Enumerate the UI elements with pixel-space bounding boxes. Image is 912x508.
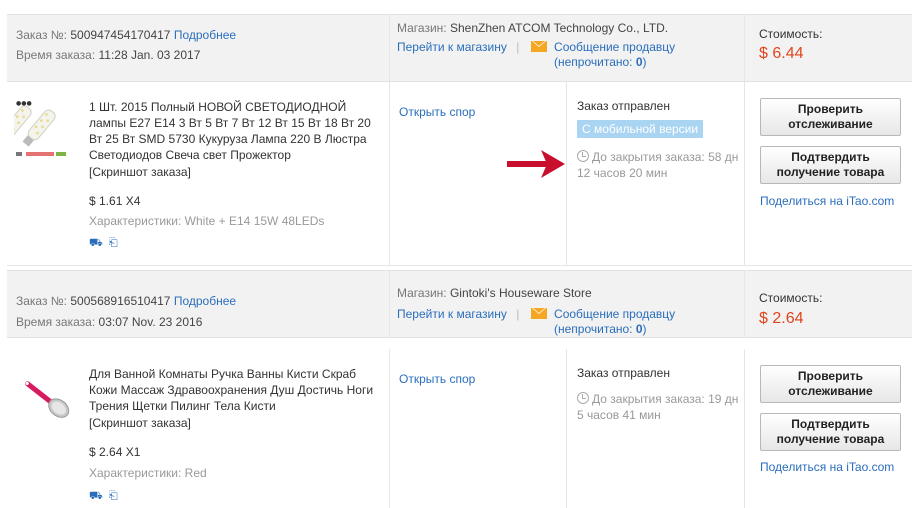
clock-icon: [577, 150, 589, 162]
confirm-receipt-button[interactable]: Подтвердить получение товара: [760, 413, 901, 451]
order-status: Заказ отправлен: [577, 99, 670, 113]
product-attributes: Характеристики: White + E14 15W 48LEDs: [89, 214, 325, 228]
store-name: Gintoki's Houseware Store: [449, 286, 592, 300]
store-line: Магазин: ShenZhen ATCOM Technology Co., …: [397, 21, 669, 35]
go-to-store-link[interactable]: Перейти к магазину: [397, 40, 507, 54]
clock-icon: [577, 392, 589, 404]
cost-label: Стоимость:: [759, 291, 823, 305]
order-header: Заказ №: 500568916510417 Подробнее Время…: [7, 270, 912, 338]
return-icon[interactable]: ⎗: [109, 237, 118, 250]
order-number-line: Заказ №: 500947454170417 Подробнее: [16, 28, 237, 42]
product-title-link[interactable]: Для Ванной Комнаты Ручка Ванны Кисти Скр…: [89, 366, 374, 414]
order-header: Заказ №: 500947454170417 Подробнее Время…: [7, 14, 912, 82]
order-time-line: Время заказа: 03:07 Nov. 23 2016: [16, 315, 203, 329]
order-item: ●●● 1 Шт. 2015 Полный НОВОЙ СВЕТОДИОДНОЙ…: [7, 82, 912, 266]
open-dispute-link[interactable]: Открыть спор: [399, 105, 475, 119]
open-dispute-link[interactable]: Открыть спор: [399, 372, 475, 386]
delivery-truck-icon[interactable]: ⛟: [89, 237, 103, 251]
product-image-led-bulbs[interactable]: ●●●: [14, 96, 76, 162]
order-time-line: Время заказа: 11:28 Jan. 03 2017: [16, 48, 201, 62]
unread-count: (непрочитано: 0): [554, 55, 647, 69]
product-mini-icons: ⛟ ⎗: [89, 235, 124, 251]
check-tracking-button[interactable]: Проверить отслеживание: [760, 98, 901, 136]
return-icon[interactable]: ⎗: [109, 490, 118, 503]
share-itao-link[interactable]: Поделиться на iTao.com: [760, 194, 894, 208]
order-item: Для Ванной Комнаты Ручка Ванны Кисти Скр…: [7, 349, 912, 508]
order-number: 500947454170417: [70, 28, 171, 42]
envelope-icon: [530, 41, 547, 52]
delivery-truck-icon[interactable]: ⛟: [89, 490, 103, 504]
check-tracking-button[interactable]: Проверить отслеживание: [760, 365, 901, 403]
envelope-icon: [530, 308, 547, 319]
unread-count: (непрочитано: 0): [554, 322, 647, 336]
product-price-qty: $ 2.64 X1: [89, 445, 141, 459]
message-seller-link[interactable]: Сообщение продавцу: [554, 40, 675, 54]
order-details-link[interactable]: Подробнее: [174, 28, 236, 42]
order-snapshot-link[interactable]: [Скриншот заказа]: [89, 165, 191, 179]
share-itao-link[interactable]: Поделиться на iTao.com: [760, 460, 894, 474]
order-details-link[interactable]: Подробнее: [174, 294, 236, 308]
order-number-line: Заказ №: 500568916510417 Подробнее: [16, 294, 237, 308]
product-price-qty: $ 1.61 X4: [89, 194, 141, 208]
mobile-version-badge: С мобильной версии: [577, 120, 704, 138]
product-mini-icons: ⛟ ⎗: [89, 488, 124, 504]
order-number: 500568916510417: [70, 294, 171, 308]
product-attributes: Характеристики: Red: [89, 466, 207, 480]
product-title-link[interactable]: 1 Шт. 2015 Полный НОВОЙ СВЕТОДИОДНОЙ лам…: [89, 99, 374, 163]
order-cost: $ 6.44: [759, 45, 804, 62]
order-close-timer: До закрытия заказа: 19 дн 5 часов 41 мин: [577, 392, 739, 422]
order-cost: $ 2.64: [759, 310, 804, 327]
store-line: Магазин: Gintoki's Houseware Store: [397, 286, 592, 300]
order-status: Заказ отправлен: [577, 366, 670, 380]
product-image-bath-brush[interactable]: [14, 365, 76, 431]
red-arrow-annotation: [507, 150, 565, 178]
order-snapshot-link[interactable]: [Скриншот заказа]: [89, 416, 191, 430]
confirm-receipt-button[interactable]: Подтвердить получение товара: [760, 146, 901, 184]
order-time: 11:28 Jan. 03 2017: [98, 48, 201, 62]
order-close-timer: До закрытия заказа: 58 дн 12 часов 20 ми…: [577, 150, 739, 180]
order-time: 03:07 Nov. 23 2016: [98, 315, 203, 329]
cost-label: Стоимость:: [759, 27, 823, 41]
message-seller-link[interactable]: Сообщение продавцу: [554, 307, 675, 321]
go-to-store-link[interactable]: Перейти к магазину: [397, 307, 507, 321]
store-name: ShenZhen ATCOM Technology Co., LTD.: [449, 21, 669, 35]
